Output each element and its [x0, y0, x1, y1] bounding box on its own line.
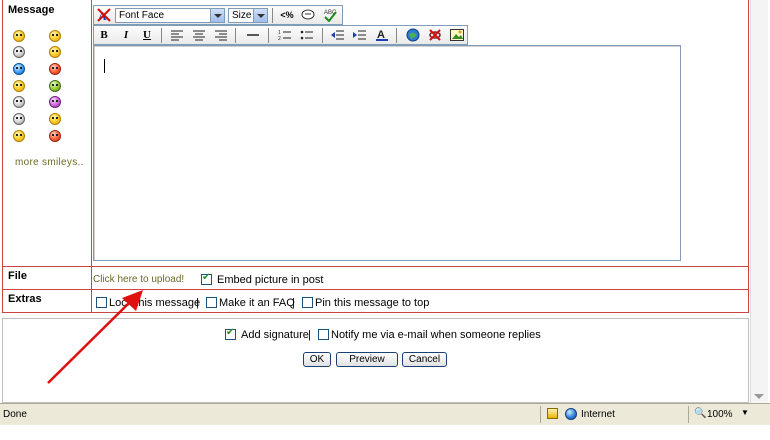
annotation-arrow-icon — [47, 290, 143, 384]
status-divider — [540, 406, 541, 423]
security-zone-label: Internet — [581, 409, 615, 420]
security-icon — [547, 408, 558, 419]
zoom-dropdown-icon[interactable]: ▼ — [741, 408, 749, 417]
internet-globe-icon — [565, 408, 577, 420]
zoom-level[interactable]: 100% — [707, 409, 733, 420]
status-divider — [688, 406, 689, 423]
zoom-icon: 🔍 — [694, 408, 707, 419]
browser-content: Message File Extras more smileys.. A — [0, 0, 770, 440]
status-text: Done — [3, 409, 27, 420]
status-bar: Done Internet 🔍 100% ▼ — [0, 403, 770, 425]
